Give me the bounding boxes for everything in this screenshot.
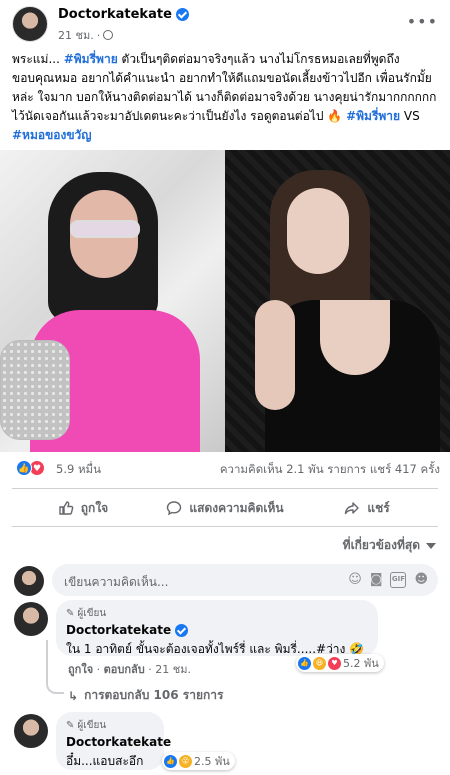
post-meta: 21 ชม. · [58, 26, 114, 44]
post-actions: ถูกใจ แสดงความคิดเห็น แชร์ [12, 494, 438, 522]
love-reaction-icon: ♥ [328, 656, 341, 670]
emoji-icon[interactable]: ☺ [348, 572, 362, 588]
like-reaction-icon: 👍 [298, 656, 311, 670]
verified-badge-icon [175, 8, 189, 21]
author-name[interactable]: Doctorkatekate [58, 7, 172, 22]
pencil-icon: ✎ [66, 720, 75, 731]
comment-text: อึ๋ม...แอบสะอึก [66, 754, 144, 768]
haha-reaction-icon: 😆 [313, 656, 326, 670]
post-photo[interactable] [0, 150, 450, 452]
share-button[interactable]: แชร์ [296, 494, 438, 522]
comment-sort-dropdown[interactable]: ที่เกี่ยวข้องที่สุด [343, 536, 436, 555]
hashtag-pimrypie-2[interactable]: #พิมรี่พาย [346, 109, 400, 123]
caret-down-icon [426, 542, 436, 549]
reaction-icons[interactable]: 👍 ♥ [16, 460, 45, 476]
comment-icon [167, 501, 182, 516]
view-replies-link[interactable]: ↳ การตอบกลับ 106 รายการ [68, 686, 223, 705]
comment-placeholder: เขียนความคิดเห็น... [64, 575, 169, 589]
thread-line [46, 640, 64, 694]
divider [12, 526, 438, 527]
comment-reactions[interactable]: 👍 😮 2.5 พัน [162, 752, 235, 770]
verified-badge-icon [175, 623, 189, 637]
comment-footer: ถูกใจ · ตอบกลับ · 21 ชม. [68, 663, 191, 676]
comment-bubble: ✎ ผู้เขียน Doctorkatekate อึ๋ม...แอบสะอึ… [56, 712, 171, 770]
thumbs-up-icon [59, 501, 74, 515]
pencil-icon: ✎ [66, 608, 75, 619]
gif-icon[interactable]: GIF [390, 572, 407, 588]
commenter-avatar[interactable] [14, 714, 48, 748]
comment-input-tools: ☺ ◙ GIF ☻ [348, 572, 428, 588]
comment-share-stats[interactable]: ความคิดเห็น 2.1 พัน รายการ แชร์ 417 ครั้… [220, 461, 440, 479]
post-text: พระแม่... #พิมรี่พาย ตัวเป็นๆติดต่อมาจริ… [12, 52, 437, 142]
current-user-avatar [14, 566, 44, 596]
post-header: Doctorkatekate 21 ชม. · ••• [12, 6, 438, 46]
commenter-avatar[interactable] [14, 602, 48, 636]
like-reaction-icon: 👍 [164, 754, 177, 768]
like-reaction-icon: 👍 [16, 460, 32, 476]
comment-bubble: ✎ ผู้เขียน Doctorkatekate ใน 1 อาทิตย์ ข… [56, 600, 378, 656]
fire-emoji: 🔥 [327, 109, 343, 123]
commenter-name-row[interactable]: Doctorkatekate [66, 735, 171, 749]
photo-right-black-outfit[interactable] [225, 150, 450, 452]
comment-input[interactable]: เขียนความคิดเห็น... ☺ ◙ GIF ☻ [52, 564, 438, 596]
comment-like-link[interactable]: ถูกใจ [68, 663, 93, 676]
share-icon [345, 502, 360, 515]
commenter-name-row[interactable]: Doctorkatekate [66, 623, 368, 637]
comment-time[interactable]: 21 ชม. [155, 663, 191, 676]
like-button[interactable]: ถูกใจ [12, 494, 154, 522]
author-avatar[interactable] [12, 6, 48, 42]
reply-arrow-icon: ↳ [68, 688, 79, 703]
more-options-icon[interactable]: ••• [407, 12, 438, 31]
sunglasses [70, 220, 140, 238]
camera-icon[interactable]: ◙ [370, 572, 383, 588]
beaded-bag [0, 340, 70, 440]
hashtag-doctor-gift[interactable]: #หมอของขวัญ [12, 128, 92, 142]
reactions-summary: 👍 ♥ 5.9 หมื่น ความคิดเห็น 2.1 พัน รายการ… [16, 460, 440, 478]
post-time[interactable]: 21 ชม. [58, 26, 94, 44]
reaction-count[interactable]: 5.9 หมื่น [56, 461, 101, 479]
sticker-icon[interactable]: ☻ [414, 572, 428, 588]
comment-reactions[interactable]: 👍 😆 ♥ 5.2 พัน [296, 654, 384, 672]
divider [12, 488, 438, 489]
author-name-row[interactable]: Doctorkatekate [58, 7, 189, 22]
wow-reaction-icon: 😮 [179, 754, 192, 768]
author-badge: ✎ ผู้เขียน [66, 608, 107, 619]
author-badge: ✎ ผู้เขียน [66, 720, 107, 731]
comment-reply-link[interactable]: ตอบกลับ [104, 663, 145, 676]
globe-icon [103, 30, 114, 40]
photo-left-pink-outfit[interactable] [0, 150, 225, 452]
hashtag-pimrypie[interactable]: #พิมรี่พาย [64, 52, 118, 66]
comment-button[interactable]: แสดงความคิดเห็น [154, 494, 296, 522]
